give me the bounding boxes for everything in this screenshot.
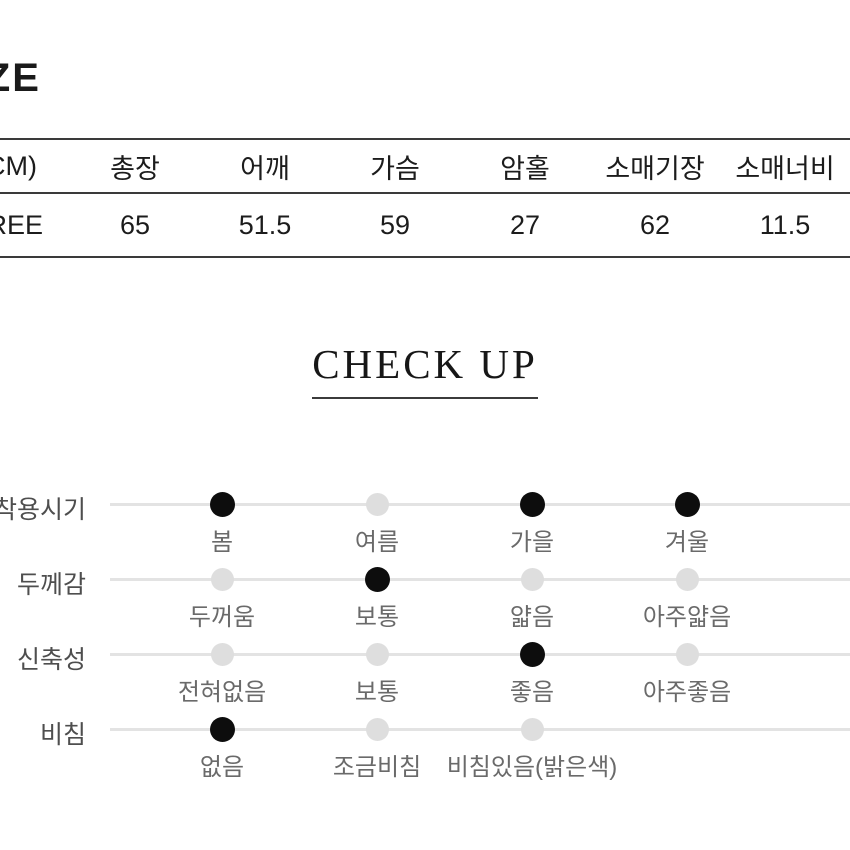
size-table-container: (CM) 총장 어깨 가슴 암홀 소매기장 소매너비 FREE 65 51.5 … xyxy=(0,138,850,258)
table-cell: 65 xyxy=(119,209,151,240)
table-cell: 62 xyxy=(639,209,671,240)
table-header-cell: 총장 xyxy=(110,153,160,184)
checkup-row-label: 신축성 xyxy=(16,646,86,674)
checkup-option-label[interactable]: 조금비침 xyxy=(333,747,421,782)
table-cell: 11.5 xyxy=(759,209,811,240)
checkup-option-label[interactable]: 없음 xyxy=(200,747,244,782)
table-cell: 27 xyxy=(509,209,541,240)
checkup-title-container: CHECK UP xyxy=(0,340,850,399)
table-header-cell: 소매너비 xyxy=(735,153,835,184)
checkup-dot-selected[interactable] xyxy=(519,642,545,667)
table-cell: FREE xyxy=(0,209,43,240)
checkup-row-label: 두께감 xyxy=(16,571,86,599)
checkup-row-label: 착용시기 xyxy=(0,496,87,524)
checkup-row: 비침없음 조금비침 비침있음(밝은색) xyxy=(0,695,850,781)
checkup-row: 신축성 전혀없음 보통 좋음 아주좋음 xyxy=(0,620,850,706)
table-row: FREE 65 51.5 59 27 62 11.5 xyxy=(0,193,850,257)
checkup-option-label[interactable]: 비침있음(밝은색) xyxy=(447,747,618,782)
checkup-dot-selected[interactable] xyxy=(519,492,545,517)
table-header-cell: 어깨 xyxy=(240,153,290,184)
table-header-cell: 암홀 xyxy=(500,153,550,184)
table-header-cell: 가슴 xyxy=(370,153,420,184)
checkup-dot-selected[interactable] xyxy=(209,492,235,517)
size-section-heading: SIZE xyxy=(0,56,41,100)
checkup-dot[interactable] xyxy=(365,493,389,516)
table-header-cell: (CM) xyxy=(0,150,37,181)
table-cell: 51.5 xyxy=(238,209,292,240)
checkup-row: 착용시기 봄 여름 가을 겨울 xyxy=(0,470,850,556)
checkup-dot[interactable] xyxy=(675,568,699,591)
checkup-dot[interactable] xyxy=(210,643,234,666)
checkup-rows-container: 착용시기 봄 여름 가을 겨울 두께감 두꺼움 보통 얇음 아주얇음 신축성 전혀없음 보통 좋음 아주좋음… xyxy=(0,470,850,781)
checkup-dot[interactable] xyxy=(675,643,699,666)
checkup-dot[interactable] xyxy=(210,568,234,591)
checkup-dot-selected[interactable] xyxy=(674,492,700,517)
checkup-dot-selected[interactable] xyxy=(364,567,390,592)
checkup-row: 두께감 두꺼움 보통 얇음 아주얇음 xyxy=(0,545,850,631)
checkup-dot[interactable] xyxy=(520,568,544,591)
checkup-dot-selected[interactable] xyxy=(209,717,235,742)
checkup-row-label: 비침 xyxy=(39,721,86,749)
checkup-dot[interactable] xyxy=(520,718,544,741)
size-table: (CM) 총장 어깨 가슴 암홀 소매기장 소매너비 FREE 65 51.5 … xyxy=(0,138,850,258)
table-cell: 59 xyxy=(379,209,411,240)
checkup-title: CHECK UP xyxy=(312,340,538,399)
checkup-dot[interactable] xyxy=(365,643,389,666)
table-header-row: (CM) 총장 어깨 가슴 암홀 소매기장 소매너비 xyxy=(0,139,850,193)
checkup-dot[interactable] xyxy=(365,718,389,741)
table-header-cell: 소매기장 xyxy=(605,153,705,184)
